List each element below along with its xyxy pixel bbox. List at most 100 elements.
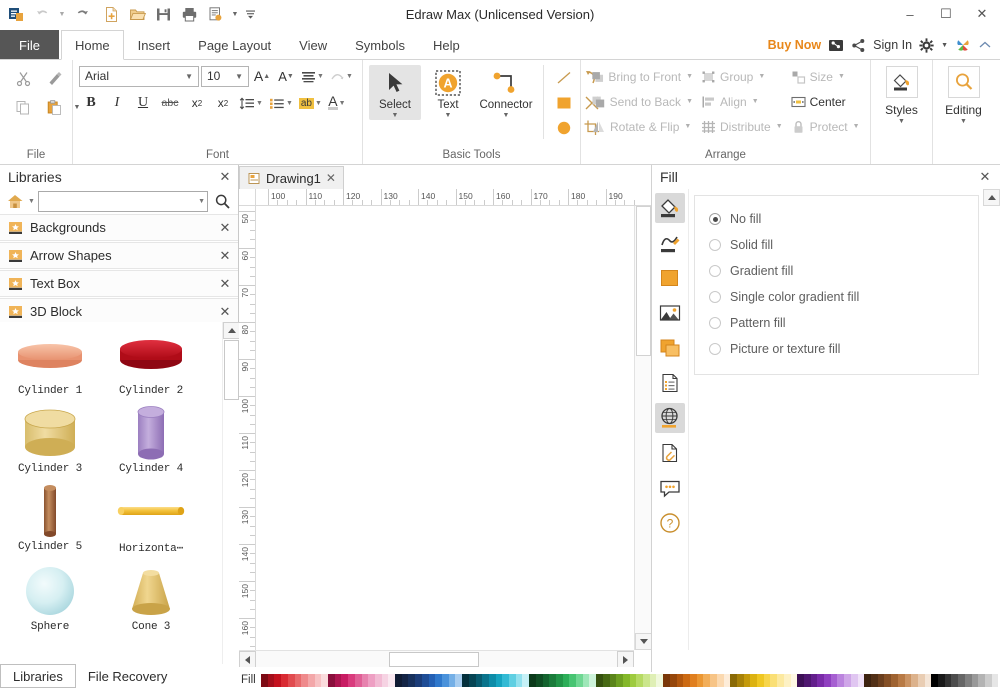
subscript-button[interactable]: x2 [185,92,209,114]
italic-button[interactable]: I [105,92,129,114]
tab-symbols[interactable]: Symbols [341,30,419,59]
highlight-button[interactable]: ab ▼ [297,92,324,114]
undo-dropdown-icon[interactable]: ▼ [56,3,68,27]
fill-scroll-up-button[interactable] [983,189,1000,206]
radio-pattern-fill[interactable]: Pattern fill [695,310,978,336]
copy-button[interactable] [10,94,36,120]
color-swatch[interactable] [395,674,402,687]
tab-file[interactable]: File [0,30,59,59]
attachment-icon[interactable] [655,438,685,468]
share-icon[interactable] [851,38,866,53]
buy-now-link[interactable]: Buy Now [768,38,821,52]
minimize-button[interactable]: – [892,0,928,28]
color-swatch[interactable] [435,674,442,687]
color-swatch[interactable] [610,674,617,687]
chevron-down-icon[interactable]: ▼ [898,117,905,127]
rectangle-tool[interactable] [550,90,578,115]
undo-icon[interactable] [30,3,54,27]
radio-single-color-gradient-fill[interactable]: Single color gradient fill [695,284,978,310]
shape-gallery-scrollbar[interactable] [222,322,239,688]
close-fill-panel-icon[interactable]: ✕ [978,169,992,185]
align-text-button[interactable]: ▼ [299,65,326,87]
chevron-down-icon[interactable]: ▼ [445,111,452,120]
color-swatch[interactable] [884,674,891,687]
underline-button[interactable]: U [131,92,155,114]
panel-tab-file-recovery[interactable]: File Recovery [76,664,179,688]
shrink-font-button[interactable]: A▼ [275,65,297,87]
canvas-vertical-scrollbar[interactable] [634,206,651,650]
color-swatch[interactable] [703,674,710,687]
paste-button[interactable] [41,94,67,120]
color-swatch[interactable] [295,674,302,687]
color-swatch[interactable] [301,674,308,687]
open-icon[interactable] [125,3,149,27]
tab-home[interactable]: Home [61,30,124,60]
library-search-combo[interactable]: ▼ [38,191,208,212]
chevron-down-icon[interactable]: ▼ [392,111,399,120]
color-swatch[interactable] [362,674,369,687]
color-swatch[interactable] [476,674,483,687]
collapse-ribbon-icon[interactable] [978,39,992,51]
shape-horizontal[interactable]: Horizonta⋯ [113,482,189,562]
library-item-backgrounds[interactable]: Backgrounds ✕ [0,214,238,241]
canvas-scroll-down-button[interactable] [635,633,652,650]
color-swatch[interactable] [777,674,784,687]
send-to-back-button[interactable]: Send to Back ▼ [587,90,697,113]
shape-cylinder-3[interactable]: Cylinder 3 [12,404,88,482]
color-swatch[interactable] [643,674,650,687]
color-swatch[interactable] [355,674,362,687]
styles-button[interactable]: Styles ▼ [871,60,932,127]
shape-cylinder-1[interactable]: Cylinder 1 [12,326,88,404]
color-swatch[interactable] [811,674,818,687]
color-swatch[interactable] [536,674,543,687]
color-swatch[interactable] [516,674,523,687]
color-swatch[interactable] [623,674,630,687]
document-list-icon[interactable] [655,368,685,398]
color-swatch[interactable] [596,674,603,687]
color-swatch[interactable] [422,674,429,687]
color-swatch[interactable] [918,674,925,687]
edraw-cloud-icon[interactable] [955,37,971,53]
color-swatch[interactable] [958,674,965,687]
color-swatch[interactable] [449,674,456,687]
color-swatch[interactable] [375,674,382,687]
color-swatch[interactable] [750,674,757,687]
color-swatch[interactable] [864,674,871,687]
color-swatch[interactable] [509,674,516,687]
size-button[interactable]: Size ▼ [787,65,864,88]
vertical-ruler[interactable]: 5060708090100110120130140150160 [239,206,256,650]
color-swatch[interactable] [636,674,643,687]
color-swatch[interactable] [543,674,550,687]
color-swatch[interactable] [911,674,918,687]
color-swatch[interactable] [898,674,905,687]
color-swatch[interactable] [724,674,731,687]
color-swatch[interactable] [455,674,462,687]
color-swatch[interactable] [978,674,985,687]
color-swatch[interactable] [931,674,938,687]
editing-button[interactable]: Editing ▼ [933,60,994,127]
color-swatch[interactable] [891,674,898,687]
text-rotate-button[interactable]: ▼ [328,65,355,87]
color-swatch[interactable] [757,674,764,687]
font-color-button[interactable]: A ▼ [326,92,348,114]
color-swatch[interactable] [844,674,851,687]
canvas-horizontal-scrollbar[interactable] [239,650,634,667]
color-swatch[interactable] [804,674,811,687]
color-swatch[interactable] [583,674,590,687]
radio-gradient-fill[interactable]: Gradient fill [695,258,978,284]
color-swatch[interactable] [770,674,777,687]
color-swatch[interactable] [556,674,563,687]
horizontal-ruler[interactable]: 100110120130140150160170180190 [256,189,651,206]
color-swatch[interactable] [569,674,576,687]
color-swatch[interactable] [402,674,409,687]
close-libraries-icon[interactable]: ✕ [218,169,232,185]
color-swatch[interactable] [415,674,422,687]
color-swatch[interactable] [737,674,744,687]
color-swatch[interactable] [442,674,449,687]
customize-qat-icon[interactable] [243,3,257,27]
scroll-up-button[interactable] [223,322,239,339]
color-swatch[interactable] [335,674,342,687]
color-swatch[interactable] [482,674,489,687]
shape-sphere[interactable]: Sphere [12,562,88,640]
color-swatch[interactable] [784,674,791,687]
